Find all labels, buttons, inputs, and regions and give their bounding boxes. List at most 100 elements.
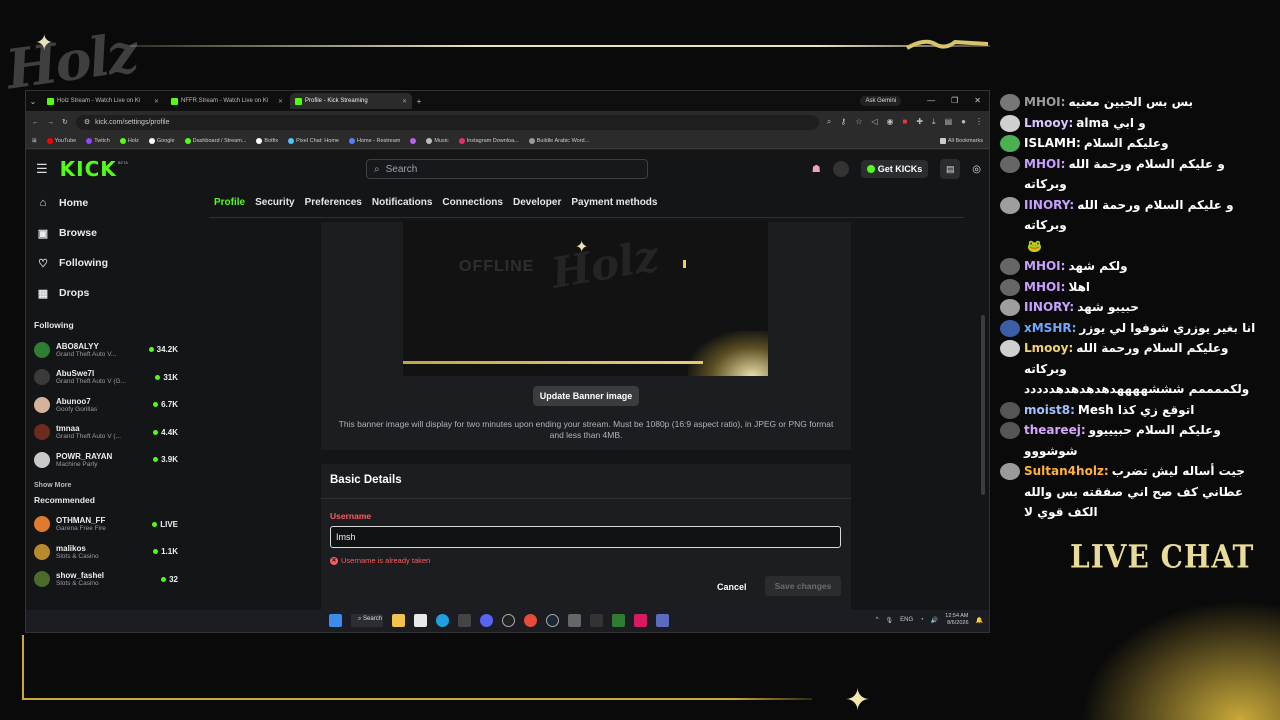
- tab-nffr-stream[interactable]: NFFR Stream - Watch Live on Ki ✕: [166, 93, 288, 109]
- get-kicks-button[interactable]: Get KICKs: [860, 160, 929, 178]
- sidebar-item-drops[interactable]: ▦ Drops: [34, 278, 178, 308]
- notifications-icon[interactable]: ◎: [972, 164, 981, 175]
- close-icon[interactable]: ✕: [154, 98, 159, 105]
- channel-item[interactable]: show_fashel Slots & Casino 32: [34, 566, 178, 594]
- language-indicator[interactable]: ENG: [900, 617, 913, 623]
- app-icon[interactable]: [612, 614, 626, 627]
- show-more-link[interactable]: Show More: [34, 482, 178, 489]
- tab-developer[interactable]: Developer: [513, 188, 561, 218]
- update-banner-button[interactable]: Update Banner image: [533, 386, 639, 406]
- sidebar-item-following[interactable]: ♡ Following: [34, 248, 178, 278]
- hamburger-menu-icon[interactable]: ☰: [36, 161, 48, 177]
- menu-icon[interactable]: ⋮: [975, 117, 983, 127]
- channel-item[interactable]: POWR_RAYAN Machine Party 3.9K: [34, 446, 178, 474]
- wifi-icon[interactable]: ◔: [920, 617, 924, 623]
- mute-icon[interactable]: ◁: [871, 117, 877, 127]
- app-icon[interactable]: [458, 614, 472, 627]
- sidebar-item-browse[interactable]: ▣ Browse: [34, 218, 178, 248]
- steam-icon[interactable]: [546, 614, 560, 627]
- tab-profile[interactable]: Profile - Kick Streaming ✕: [290, 93, 412, 109]
- channel-item[interactable]: ABO8ALYY Grand Theft Auto V... 34.2K: [34, 336, 178, 364]
- ask-gemini-button[interactable]: Ask Gemini: [860, 96, 902, 106]
- scrollbar[interactable]: [981, 315, 985, 495]
- tab-notifications[interactable]: Notifications: [372, 188, 433, 218]
- bookmark-music[interactable]: Music: [426, 137, 449, 144]
- chrome-icon[interactable]: [524, 614, 538, 627]
- bookmark-twitch[interactable]: Twitch: [86, 137, 110, 144]
- tab-profile[interactable]: Profile: [214, 188, 245, 218]
- ghost-icon[interactable]: ☗: [812, 164, 821, 175]
- channel-item[interactable]: Abunoo7 Goofy Gorillas 6.7K: [34, 391, 178, 419]
- file-explorer-icon[interactable]: [392, 614, 406, 627]
- bookmark-instagram[interactable]: Instagram Downloa...: [458, 137, 519, 144]
- kick-logo[interactable]: KICK: [60, 157, 117, 181]
- edge-icon[interactable]: [436, 614, 450, 627]
- mic-icon[interactable]: 🎙: [886, 617, 894, 624]
- username-field[interactable]: Imsh: [330, 526, 841, 548]
- cancel-button[interactable]: Cancel: [717, 582, 747, 592]
- channel-item[interactable]: tmnaa Grand Theft Auto V (... 4.4K: [34, 419, 178, 447]
- dashboard-icon[interactable]: ▤: [940, 159, 961, 179]
- extension-icon[interactable]: ◉: [887, 117, 894, 127]
- sidebar-item-home[interactable]: ⌂ Home: [34, 188, 178, 218]
- back-icon[interactable]: ←: [32, 119, 39, 126]
- bookmark-botfix[interactable]: Botfix: [256, 137, 278, 144]
- bookmark-holz[interactable]: Holz: [119, 137, 139, 144]
- sidebar-icon[interactable]: ▤: [945, 117, 953, 127]
- browse-icon: ▣: [37, 227, 49, 240]
- close-icon[interactable]: ✕: [402, 98, 407, 105]
- app-icon[interactable]: [634, 614, 648, 627]
- all-bookmarks[interactable]: All Bookmarks: [939, 137, 983, 144]
- tab-security[interactable]: Security: [255, 188, 294, 218]
- username-error: ✕ Username is already taken: [330, 556, 430, 565]
- app-icon[interactable]: [656, 614, 670, 627]
- avatar[interactable]: [832, 161, 849, 177]
- url-field[interactable]: ⚙ kick.com/settings/profile: [75, 114, 819, 130]
- windows-start-icon[interactable]: [329, 614, 342, 627]
- extensions-puzzle-icon[interactable]: ✚: [916, 117, 923, 127]
- close-icon[interactable]: ✕: [278, 98, 283, 105]
- obs-icon[interactable]: [502, 614, 516, 627]
- apps-icon[interactable]: ⊞: [32, 138, 37, 144]
- bookmark-dashboard[interactable]: Dashboard / Stream...: [184, 137, 246, 144]
- tab-payment-methods[interactable]: Payment methods: [571, 188, 657, 218]
- tab-holz-stream[interactable]: Holz Stream - Watch Live on Ki ✕: [42, 93, 164, 109]
- close-window-icon[interactable]: ✕: [974, 96, 981, 106]
- bookmark-star-icon[interactable]: ☆: [855, 117, 862, 127]
- zoom-icon[interactable]: ⌕: [827, 117, 831, 127]
- site-info-icon[interactable]: ⚙: [84, 118, 90, 126]
- search-input[interactable]: ⌕ Search: [366, 159, 648, 179]
- bookmark-unnamed[interactable]: [410, 137, 417, 144]
- channel-item[interactable]: OTHMAN_FF Garena Free Fire LIVE: [34, 511, 178, 539]
- clock[interactable]: 12:54 AM 8/6/2026: [945, 613, 968, 627]
- volume-icon[interactable]: 🔊: [931, 617, 938, 624]
- app-icon[interactable]: [568, 614, 582, 627]
- download-icon[interactable]: ⤓: [932, 117, 936, 127]
- extension-icon[interactable]: ■: [903, 117, 908, 127]
- chevron-up-icon[interactable]: ^: [876, 617, 879, 623]
- maximize-icon[interactable]: ❐: [951, 96, 958, 106]
- save-changes-button[interactable]: Save changes: [765, 576, 841, 596]
- password-icon[interactable]: ⚷: [840, 117, 846, 127]
- bookmark-pixel-chat[interactable]: Pixel Chat: Home: [288, 137, 339, 144]
- bookmark-youtube[interactable]: YouTube: [46, 137, 76, 144]
- reload-icon[interactable]: ↻: [62, 118, 68, 126]
- notification-bell-icon[interactable]: 🔔: [976, 617, 983, 624]
- bookmark-restream[interactable]: Home - Restream: [348, 137, 400, 144]
- new-tab-icon[interactable]: +: [412, 94, 426, 108]
- forward-icon[interactable]: →: [47, 119, 54, 126]
- discord-icon[interactable]: [480, 614, 494, 627]
- tab-search-icon[interactable]: ⌄: [26, 94, 40, 108]
- chat-message: theareej: وعليكم السلام حبيييوو شوشووو: [1000, 420, 1270, 461]
- taskbar-search[interactable]: ⌕ Search: [351, 614, 384, 627]
- store-icon[interactable]: [414, 614, 428, 627]
- channel-item[interactable]: AbuSwe7l Grand Theft Auto V (G... 31K: [34, 364, 178, 392]
- profile-avatar[interactable]: ●: [961, 117, 966, 127]
- bookmark-google[interactable]: Google: [148, 137, 175, 144]
- bookmark-buildle[interactable]: Buildle Arabic Word...: [528, 137, 589, 144]
- app-icon[interactable]: [590, 614, 604, 627]
- channel-item[interactable]: malikos Slots & Casino 1.1K: [34, 538, 178, 566]
- tab-connections[interactable]: Connections: [442, 188, 503, 218]
- tab-preferences[interactable]: Preferences: [305, 188, 362, 218]
- minimize-icon[interactable]: —: [927, 96, 935, 106]
